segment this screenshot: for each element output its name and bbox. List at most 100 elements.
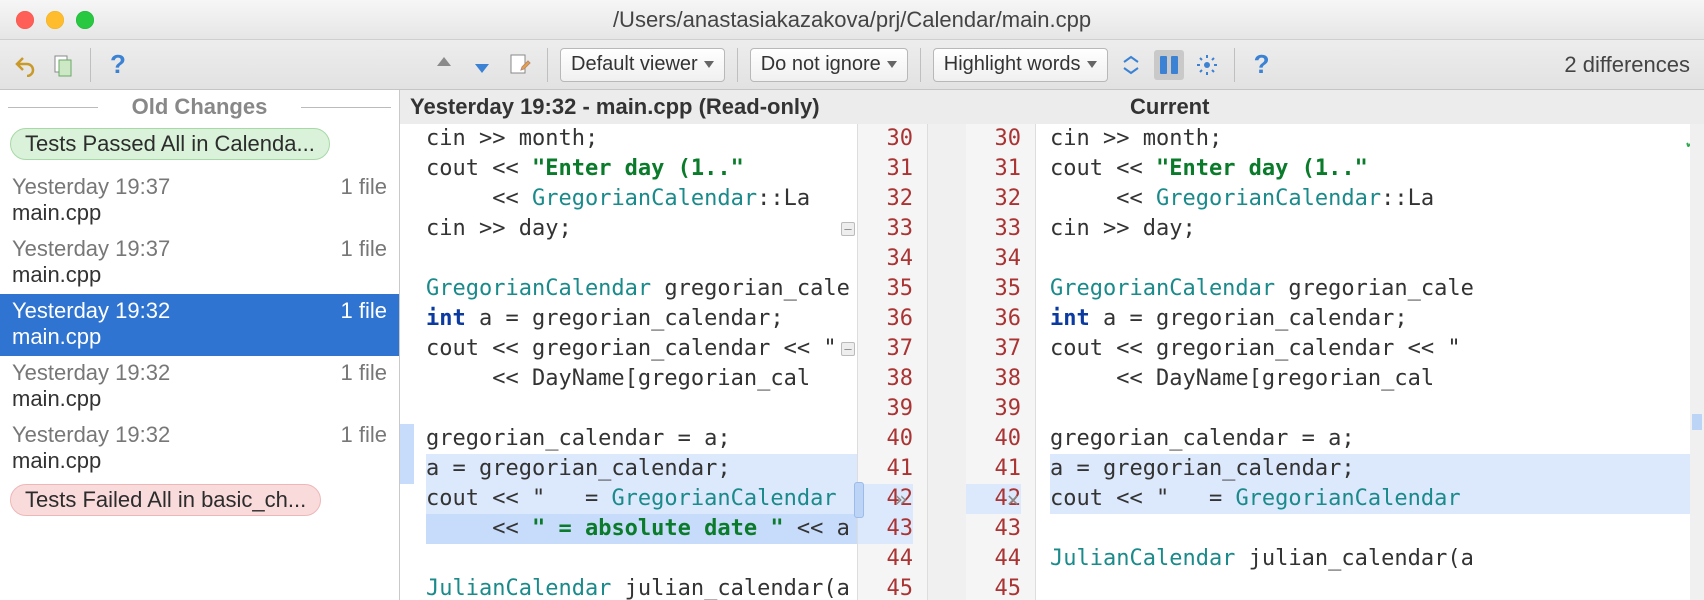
code-line: << DayName[gregorian_cal xyxy=(426,364,857,394)
code-line: a = gregorian_calendar; xyxy=(1050,454,1704,484)
next-diff-icon[interactable] xyxy=(467,50,497,80)
entry-filecount: 1 file xyxy=(341,422,387,448)
line-number: 31 xyxy=(858,154,913,184)
left-code-pane[interactable]: cin >> month;cout << "Enter day (1.." <<… xyxy=(400,124,858,600)
apply-change-controls: » ✕ xyxy=(868,484,1046,514)
line-number: 30 xyxy=(966,124,1021,154)
history-entry[interactable]: Yesterday 19:371 filemain.cpp xyxy=(0,232,399,294)
code-line: JulianCalendar julian_calendar(a xyxy=(426,574,857,600)
ignore-dropdown-label: Do not ignore xyxy=(761,53,881,76)
history-entry[interactable]: Yesterday 19:321 filemain.cpp xyxy=(0,356,399,418)
apply-right-icon[interactable]: » xyxy=(895,484,907,514)
line-number: 39 xyxy=(858,394,913,424)
prev-diff-icon[interactable] xyxy=(429,50,459,80)
code-line: cout << gregorian_calendar << " xyxy=(1050,334,1704,364)
help-icon[interactable]: ? xyxy=(1247,50,1277,80)
line-number: 35 xyxy=(966,274,1021,304)
mid-gutter xyxy=(928,124,966,600)
left-pane-header: Yesterday 19:32 - main.cpp (Read-only) xyxy=(410,94,1000,120)
history-entry[interactable]: Yesterday 19:32 1 filemain.cpp xyxy=(0,418,399,480)
diff-body: cin >> month;cout << "Enter day (1.." <<… xyxy=(400,124,1704,600)
fold-handle-icon[interactable]: – xyxy=(841,222,855,236)
create-patch-icon[interactable] xyxy=(48,50,78,80)
line-number: 35 xyxy=(858,274,913,304)
entry-time: Yesterday 19:32 xyxy=(12,422,170,448)
line-number: 36 xyxy=(858,304,913,334)
right-gutter: 30313233343536373839404142434445 xyxy=(966,124,1036,600)
entry-filecount: 1 file xyxy=(341,236,387,262)
history-entry[interactable]: Yesterday 19:321 filemain.cpp xyxy=(0,294,399,356)
collapse-unchanged-icon[interactable] xyxy=(1116,50,1146,80)
code-line: << DayName[gregorian_cal xyxy=(1050,364,1704,394)
code-line xyxy=(426,544,857,574)
entry-filename: main.cpp xyxy=(12,448,387,474)
viewer-dropdown[interactable]: Default viewer xyxy=(560,48,725,82)
chevron-down-icon xyxy=(887,61,897,68)
gear-icon[interactable] xyxy=(1192,50,1222,80)
code-line: a = gregorian_calendar; xyxy=(426,454,857,484)
code-line xyxy=(1050,244,1704,274)
line-number: 38 xyxy=(966,364,1021,394)
main: Old Changes Tests Passed All in Calenda.… xyxy=(0,90,1704,600)
sync-scroll-icon[interactable] xyxy=(1154,50,1184,80)
diff-count-label: 2 differences xyxy=(1564,52,1690,78)
line-number: 31 xyxy=(966,154,1021,184)
highlight-dropdown[interactable]: Highlight words xyxy=(933,48,1108,82)
line-number: 32 xyxy=(966,184,1021,214)
entry-filename: main.cpp xyxy=(12,200,387,226)
window-title: /Users/anastasiakazakova/prj/Calendar/ma… xyxy=(0,7,1704,33)
tests-passed-pill[interactable]: Tests Passed All in Calenda... xyxy=(10,128,330,160)
line-number: 39 xyxy=(966,394,1021,424)
line-number: 37 xyxy=(966,334,1021,364)
line-number: 44 xyxy=(966,544,1021,574)
line-number: 34 xyxy=(858,244,913,274)
line-number: 40 xyxy=(858,424,913,454)
chevron-down-icon xyxy=(704,61,714,68)
change-handle[interactable] xyxy=(854,482,864,518)
entry-filename: main.cpp xyxy=(12,262,387,288)
tests-failed-pill[interactable]: Tests Failed All in basic_ch... xyxy=(10,484,321,516)
micro-scroll[interactable] xyxy=(1690,124,1704,600)
line-number: 45 xyxy=(858,574,913,600)
code-line: gregorian_calendar = a; xyxy=(1050,424,1704,454)
code-line: cin >> month; xyxy=(1050,124,1704,154)
highlight-dropdown-label: Highlight words xyxy=(944,53,1081,76)
dismiss-change-icon[interactable]: ✕ xyxy=(1007,484,1019,514)
edit-source-icon[interactable] xyxy=(505,50,535,80)
code-line: GregorianCalendar gregorian_cale xyxy=(426,274,857,304)
line-number: 37 xyxy=(858,334,913,364)
code-line: cout << " = GregorianCalendar xyxy=(426,484,857,514)
entry-time: Yesterday 19:32 xyxy=(12,298,170,324)
entry-filename: main.cpp xyxy=(12,324,387,350)
code-line: << GregorianCalendar::La xyxy=(426,184,857,214)
right-pane-header: Current xyxy=(1130,94,1209,120)
code-line: cout << " = GregorianCalendar xyxy=(1050,484,1704,514)
code-line: int a = gregorian_calendar; xyxy=(1050,304,1704,334)
line-number: 45 xyxy=(966,574,1021,600)
line-number: 38 xyxy=(858,364,913,394)
right-code-pane[interactable]: ✓ cin >> month;cout << "Enter day (1.." … xyxy=(1036,124,1704,600)
entry-filecount: 1 file xyxy=(341,360,387,386)
code-line xyxy=(426,244,857,274)
code-line: cin >> month; xyxy=(426,124,857,154)
fold-handle-icon[interactable]: – xyxy=(841,342,855,356)
chevron-down-icon xyxy=(1087,61,1097,68)
change-marker xyxy=(400,424,414,484)
code-line xyxy=(1050,394,1704,424)
line-number: 44 xyxy=(858,544,913,574)
toolbar: ? Default viewer Do not ignore Highlight… xyxy=(0,40,1704,90)
line-number: 32 xyxy=(858,184,913,214)
code-line: cin >> day; xyxy=(426,214,857,244)
entry-time: Yesterday 19:37 xyxy=(12,174,170,200)
line-number: 41 xyxy=(966,454,1021,484)
code-line: gregorian_calendar = a; xyxy=(426,424,857,454)
help-icon[interactable]: ? xyxy=(103,50,133,80)
code-line: cout << "Enter day (1.." xyxy=(1050,154,1704,184)
entry-time: Yesterday 19:32 xyxy=(12,360,170,386)
ignore-dropdown[interactable]: Do not ignore xyxy=(750,48,908,82)
line-number: 43 xyxy=(966,514,1021,544)
titlebar: /Users/anastasiakazakova/prj/Calendar/ma… xyxy=(0,0,1704,40)
diff-area: Yesterday 19:32 - main.cpp (Read-only) C… xyxy=(400,90,1704,600)
history-entry[interactable]: Yesterday 19:371 filemain.cpp xyxy=(0,170,399,232)
revert-icon[interactable] xyxy=(10,50,40,80)
